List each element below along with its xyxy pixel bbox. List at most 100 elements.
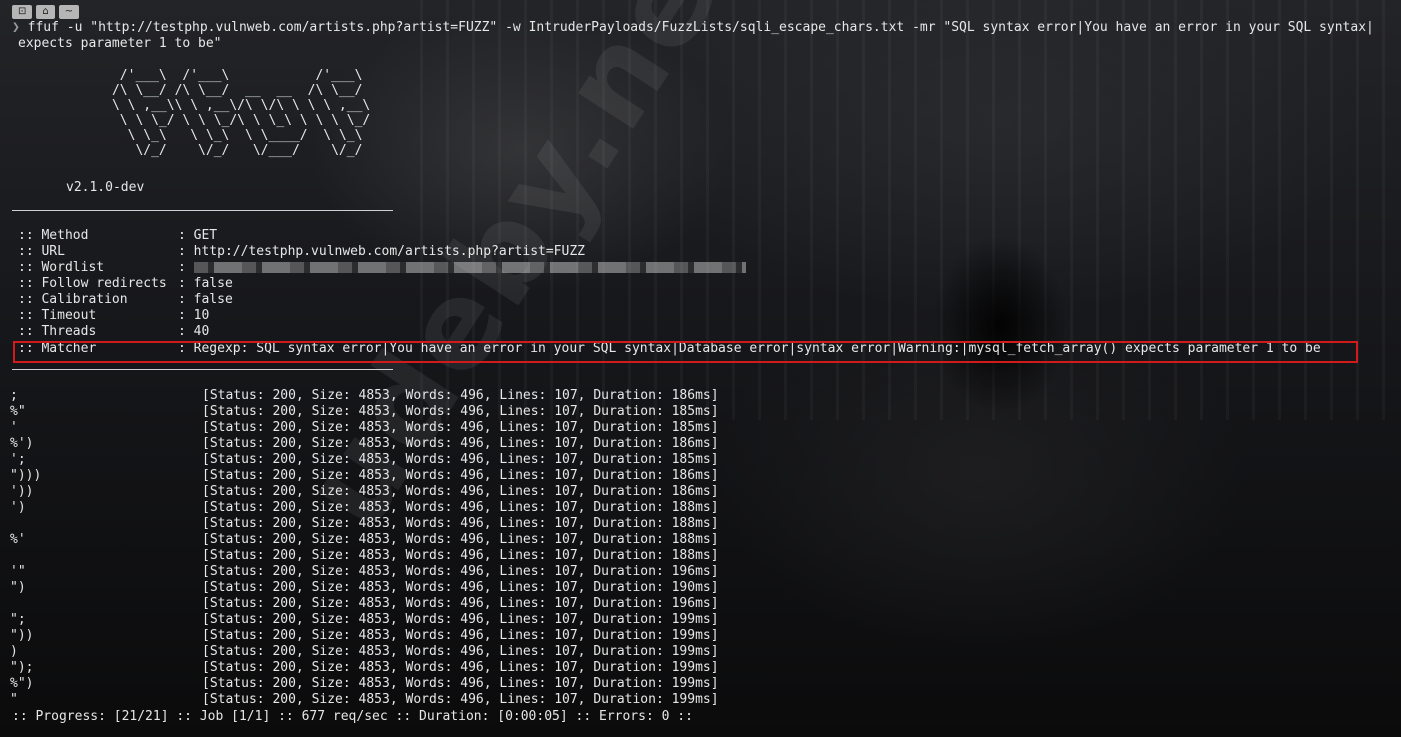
result-payload: %") — [10, 676, 34, 691]
config-key: :: Method — [18, 228, 89, 243]
result-status: [Status: 200, Size: 4853, Words: 496, Li… — [202, 484, 719, 499]
cwd-label: ~ — [58, 4, 80, 19]
result-payload: ' — [10, 420, 18, 435]
result-payload: %' — [10, 532, 26, 547]
result-status: [Status: 200, Size: 4853, Words: 496, Li… — [202, 692, 719, 707]
result-row: ') [Status: 200, Size: 4853, Words: 496, … — [10, 500, 719, 516]
progress-footer: :: Progress: [21/21] :: Job [1/1] :: 677… — [12, 709, 693, 724]
result-status: [Status: 200, Size: 4853, Words: 496, Li… — [202, 612, 719, 627]
result-row: ")) [Status: 200, Size: 4853, Words: 496,… — [10, 628, 719, 644]
config-key: :: Calibration — [18, 292, 128, 307]
result-payload: "; — [10, 612, 26, 627]
result-payload: ") — [10, 580, 26, 595]
result-row: "))) [Status: 200, Size: 4853, Words: 496… — [10, 468, 719, 484]
home-icon: ⌂ — [36, 4, 55, 19]
result-status: [Status: 200, Size: 4853, Words: 496, Li… — [202, 452, 719, 467]
banner-line: \ \_\ \ \_\ \ \____/ \ \_\ — [65, 128, 363, 143]
result-status: [Status: 200, Size: 4853, Words: 496, Li… — [202, 580, 719, 595]
result-payload: ")) — [10, 628, 34, 643]
result-status: [Status: 200, Size: 4853, Words: 496, Li… — [202, 564, 719, 579]
result-row: [Status: 200, Size: 4853, Words: 496, Li… — [10, 596, 719, 612]
banner-line: /\ \__/ /\ \__/ __ __ /\ \__/ — [65, 83, 363, 98]
result-status: [Status: 200, Size: 4853, Words: 496, Li… — [202, 644, 719, 659]
config-value: : GET — [178, 228, 218, 243]
command-continuation: expects parameter 1 to be" — [18, 36, 222, 51]
result-status: [Status: 200, Size: 4853, Words: 496, Li… — [202, 516, 719, 531]
divider — [12, 369, 393, 370]
results-list: ; [Status: 200, Size: 4853, Words: 496, L… — [10, 388, 719, 708]
result-row: "); [Status: 200, Size: 4853, Words: 496,… — [10, 660, 719, 676]
prompt-tabbar: ⊡ ⌂ ~ — [12, 4, 80, 19]
result-status: [Status: 200, Size: 4853, Words: 496, Li… — [202, 596, 719, 611]
result-row: [Status: 200, Size: 4853, Words: 496, Li… — [10, 548, 719, 564]
result-payload: " — [10, 692, 18, 707]
config-row-timeout: :: Timeout : 10 — [18, 308, 209, 324]
config-row-wordlist: :: Wordlist: — [18, 260, 746, 276]
result-payload: ')) — [10, 484, 34, 499]
command-text: ffuf -u "http://testphp.vulnweb.com/arti… — [27, 20, 1374, 35]
config-value: : false — [178, 276, 233, 291]
result-row: %") [Status: 200, Size: 4853, Words: 496,… — [10, 676, 719, 692]
result-payload: '" — [10, 564, 26, 579]
config-value: : 40 — [178, 324, 210, 339]
config-row-follow-redirects: :: Follow redirects : false — [18, 276, 233, 292]
config-key: :: Threads — [18, 324, 97, 339]
config-row-method: :: Method : GET — [18, 228, 217, 244]
result-payload: "))) — [10, 468, 42, 483]
result-row: '" [Status: 200, Size: 4853, Words: 496, … — [10, 564, 719, 580]
result-row: [Status: 200, Size: 4853, Words: 496, Li… — [10, 516, 719, 532]
banner-line: \/_/ \/_/ \/___/ \/_/ — [65, 143, 363, 158]
result-row: %') [Status: 200, Size: 4853, Words: 496,… — [10, 436, 719, 452]
config-value: : — [178, 260, 186, 275]
result-status: [Status: 200, Size: 4853, Words: 496, Li… — [202, 436, 719, 451]
result-row: '; [Status: 200, Size: 4853, Words: 496, … — [10, 452, 719, 468]
config-row-url: :: URL : http://testphp.vulnweb.com/artis… — [18, 244, 585, 260]
result-row: ' [Status: 200, Size: 4853, Words: 496, L… — [10, 420, 719, 436]
result-status: [Status: 200, Size: 4853, Words: 496, Li… — [202, 548, 719, 563]
result-status: [Status: 200, Size: 4853, Words: 496, Li… — [202, 404, 719, 419]
result-payload: ; — [10, 388, 18, 403]
banner-line: \ \ ,__\\ \ ,__\/\ \/\ \ \ \ ,__\ — [65, 98, 371, 113]
result-payload: '; — [10, 452, 26, 467]
config-key: :: Follow redirects — [18, 276, 167, 291]
result-status: [Status: 200, Size: 4853, Words: 496, Li… — [202, 532, 719, 547]
result-status: [Status: 200, Size: 4853, Words: 496, Li… — [202, 628, 719, 643]
result-row: "; [Status: 200, Size: 4853, Words: 496, … — [10, 612, 719, 628]
result-payload: %') — [10, 436, 34, 451]
result-row: " [Status: 200, Size: 4853, Words: 496, L… — [10, 692, 719, 708]
result-payload: ) — [10, 644, 18, 659]
divider — [12, 210, 393, 211]
config-row-calibration: :: Calibration : false — [18, 292, 233, 308]
terminal-icon: ⊡ — [12, 4, 33, 19]
banner-line: \ \ \_/ \ \ \_/\ \ \_\ \ \ \ \_/ — [65, 113, 371, 128]
command-line[interactable]: ❯ ffuf -u "http://testphp.vulnweb.com/ar… — [12, 20, 1374, 36]
config-row-threads: :: Threads : 40 — [18, 324, 209, 340]
result-status: [Status: 200, Size: 4853, Words: 496, Li… — [202, 660, 719, 675]
matcher-highlight-box — [13, 341, 1358, 363]
version-label: v2.1.0-dev — [66, 180, 145, 195]
result-row: %" [Status: 200, Size: 4853, Words: 496, … — [10, 404, 719, 420]
config-value: : false — [178, 292, 233, 307]
result-status: [Status: 200, Size: 4853, Words: 496, Li… — [202, 468, 719, 483]
background-figure-silhouette — [900, 195, 1100, 425]
prompt-chevron-icon: ❯ — [12, 20, 28, 35]
ffuf-ascii-banner: /'___\ /'___\ /'___\ /\ \__/ /\ \__/ __ … — [65, 68, 370, 158]
banner-line: /'___\ /'___\ /'___\ — [65, 68, 363, 83]
result-status: [Status: 200, Size: 4853, Words: 496, Li… — [202, 500, 719, 515]
result-status: [Status: 200, Size: 4853, Words: 496, Li… — [202, 420, 719, 435]
result-payload: ') — [10, 500, 26, 515]
result-row: ; [Status: 200, Size: 4853, Words: 496, L… — [10, 388, 719, 404]
result-status: [Status: 200, Size: 4853, Words: 496, Li… — [202, 676, 719, 691]
config-value: : 10 — [178, 308, 210, 323]
config-value: : http://testphp.vulnweb.com/artists.php… — [178, 244, 585, 259]
result-row: ')) [Status: 200, Size: 4853, Words: 496,… — [10, 484, 719, 500]
redacted-wordlist-path — [193, 262, 746, 273]
config-key: :: URL — [18, 244, 65, 259]
result-status: [Status: 200, Size: 4853, Words: 496, Li… — [202, 388, 719, 403]
config-key: :: Timeout — [18, 308, 97, 323]
result-payload: "); — [10, 660, 34, 675]
result-row: ) [Status: 200, Size: 4853, Words: 496, L… — [10, 644, 719, 660]
result-payload: %" — [10, 404, 26, 419]
config-key: :: Wordlist — [18, 260, 105, 275]
result-row: %' [Status: 200, Size: 4853, Words: 496, … — [10, 532, 719, 548]
